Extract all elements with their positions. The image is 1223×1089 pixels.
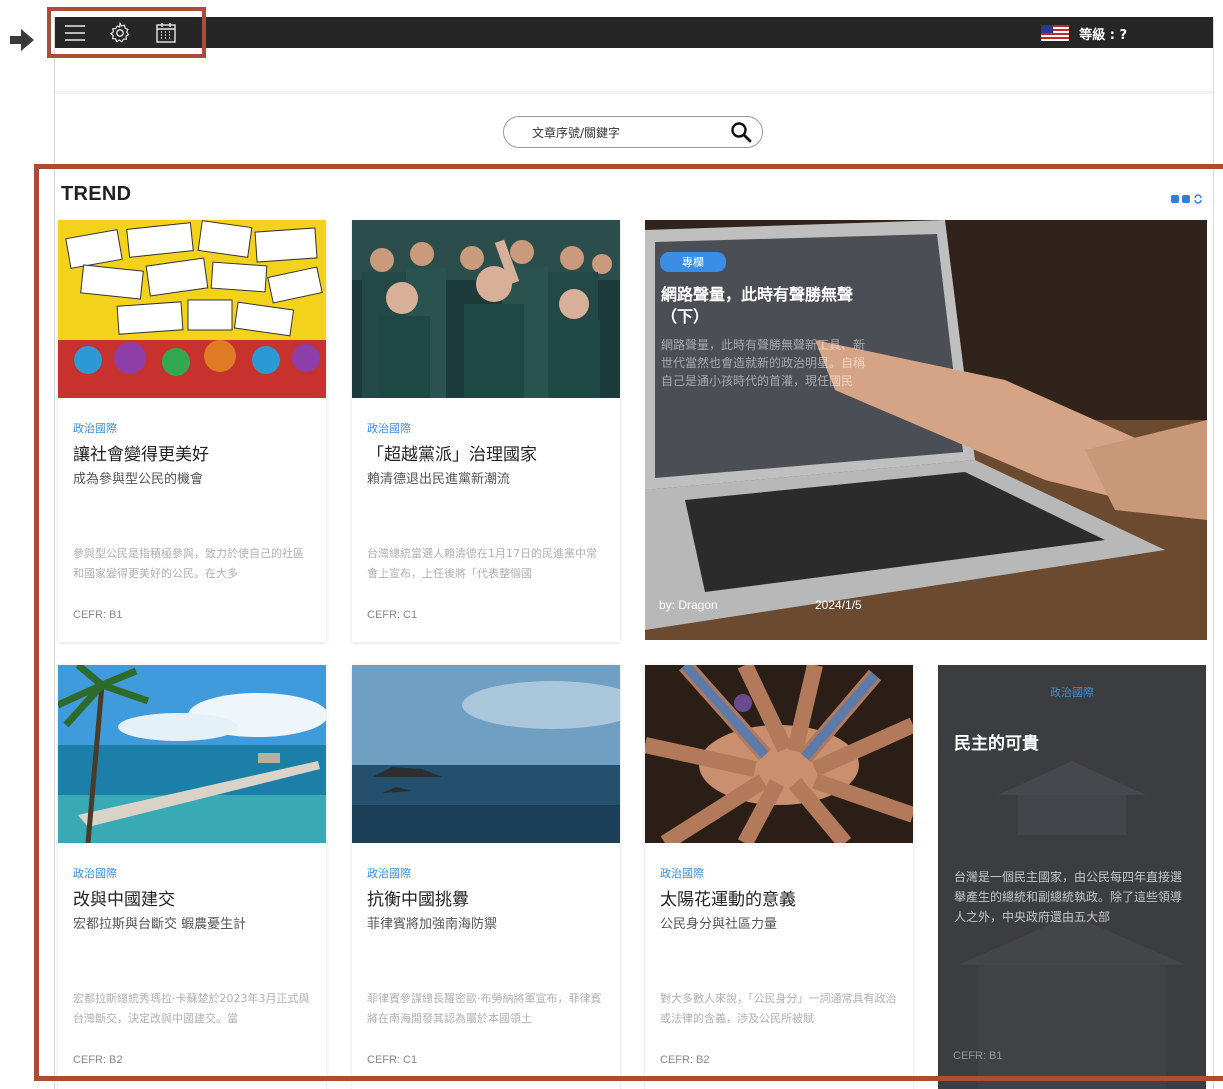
top-navbar: 等級 : ? [55, 17, 1213, 48]
highlight-box-toolbar [47, 7, 206, 58]
level-indicator[interactable]: 等級 : ? [1041, 22, 1127, 44]
screenshot-root: 等級 : ? TREND [0, 0, 1223, 1089]
pointer-arrow-icon [10, 29, 34, 51]
level-label: 等級 : ? [1079, 27, 1127, 43]
search-input[interactable] [524, 123, 714, 143]
highlight-box-trend [34, 164, 1223, 1081]
search-box[interactable] [503, 116, 763, 148]
search-icon[interactable] [730, 121, 752, 143]
us-flag-icon[interactable] [1041, 25, 1070, 41]
subheader-bar [55, 48, 1213, 94]
